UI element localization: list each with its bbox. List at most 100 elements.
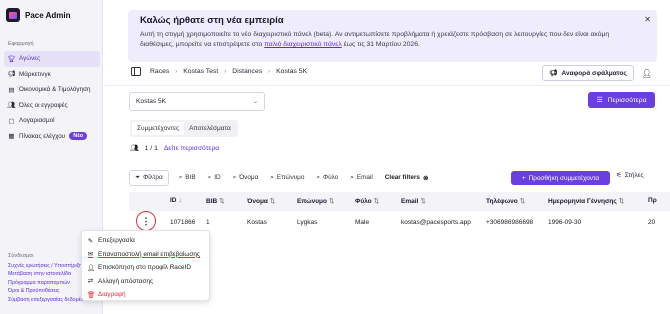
column-header-bib[interactable]: BIB ⇅ xyxy=(206,197,225,205)
column-label: Τηλέφωνο xyxy=(486,198,518,205)
row-actions-menu: ✎ Επεξεργασία ✉ Επαναποστολή email επιβε… xyxy=(81,230,210,301)
sidebar-item-dashboard[interactable]: ▦ Πίνακας ελέγχου Νέο xyxy=(4,129,100,145)
sidebar-item-accounts[interactable]: ▢ Λογαριασμοί xyxy=(4,113,100,129)
sidebar-item-label: Λογαριασμοί xyxy=(19,117,55,125)
participant-count: 👥︎ 1 / 1 Δείτε περισσότερα xyxy=(130,144,219,153)
table-cell: 1 xyxy=(206,219,210,226)
clear-filters-button[interactable]: Clear filters ⊗ xyxy=(385,174,429,182)
sort-icon: ⇅ xyxy=(373,198,380,205)
sort-icon: ⇅ xyxy=(420,198,426,205)
sidebar-item-registrations[interactable]: 👥︎ Όλες οι εγγραφές xyxy=(4,98,100,114)
filter-first-name[interactable]: ⌕ Όνομα xyxy=(233,174,259,182)
columns-button[interactable]: ⚟ Στήλες xyxy=(616,171,644,180)
table-cell: Lygkas xyxy=(297,219,318,226)
profile-icon: 👤︎ xyxy=(87,264,96,272)
old-panel-link[interactable]: παλιό διαχειριστικό πάνελ xyxy=(264,41,342,48)
pace-logo-icon xyxy=(6,8,20,22)
menu-item-delete[interactable]: 🗑︎ Διαγραφή xyxy=(87,288,204,302)
menu-item-label: Αλλαγή απόστασης xyxy=(98,277,154,285)
filter-gender[interactable]: ⌕ Φύλο xyxy=(316,174,338,182)
tab-participants[interactable]: Συμμετέχοντες xyxy=(132,122,185,135)
filters-label: Φίλτρα xyxy=(143,174,163,181)
filter-icon: ⏷ xyxy=(135,173,141,181)
column-header-last-name[interactable]: Επώνυμο ⇅ xyxy=(297,197,334,205)
column-label: Email xyxy=(401,198,419,205)
sidebar-nav: 🏆︎ Αγώνες 📢︎ Μάρκετινγκ ▤ Οικονομικά & Τ… xyxy=(4,51,100,144)
search-icon: ⌕ xyxy=(350,173,354,181)
menu-item-label: Επαναποστολή email επιβεβαίωσης xyxy=(98,250,200,258)
filter-email[interactable]: ⌕ Email xyxy=(350,174,373,182)
chevron-right-icon: › xyxy=(175,68,178,75)
column-header-birthdate[interactable]: Ημερομηνία Γέννησης ⇅ xyxy=(548,197,624,205)
column-label: Ημερομηνία Γέννησης xyxy=(548,198,617,205)
more-button[interactable]: ☰ Περισσότερα xyxy=(588,92,655,108)
column-label: Φύλο xyxy=(355,198,372,205)
menu-item-edit[interactable]: ✎ Επεξεργασία xyxy=(87,234,204,248)
filter-label: BIB xyxy=(185,174,196,181)
column-header-more[interactable]: Πρ xyxy=(648,197,657,204)
tab-results[interactable]: Αποτελέσματα xyxy=(184,122,236,135)
sidebar-item-marketing[interactable]: 📢︎ Μάρκετινγκ xyxy=(4,67,100,83)
table-cell: kostas@pacesports.app xyxy=(401,219,471,226)
sidebar-item-label: Αγώνες xyxy=(19,55,41,63)
see-more-link[interactable]: Δείτε περισσότερα xyxy=(164,145,219,152)
filter-id[interactable]: ⌕ ID xyxy=(208,174,221,182)
menu-item-change-distance[interactable]: ⇄ Αλλαγή απόστασης xyxy=(87,275,204,289)
search-icon: ⌕ xyxy=(178,173,183,181)
column-header-gender[interactable]: Φύλο ⇅ xyxy=(355,197,379,205)
edit-icon: ✎ xyxy=(87,237,94,245)
table-cell: Kostas xyxy=(247,219,267,226)
filter-label: Φύλο xyxy=(322,174,339,181)
filter-label: Email xyxy=(356,174,373,181)
trophy-icon: 🏆︎ xyxy=(7,55,16,63)
chevron-right-icon: › xyxy=(224,68,227,75)
users-icon: 👥︎ xyxy=(130,145,139,152)
menu-item-label: Επισκόπηση στο προφίλ RaceID xyxy=(98,264,192,272)
header-divider xyxy=(104,85,670,86)
table-cell: +306986986698 xyxy=(486,219,534,226)
breadcrumb-item[interactable]: Races xyxy=(150,68,169,75)
mail-icon: ✉ xyxy=(87,251,94,259)
menu-item-label: Επεξεργασία xyxy=(98,237,135,245)
kebab-menu-icon: ⋮ xyxy=(141,215,151,226)
column-header-first-name[interactable]: Όνομα ⇅ xyxy=(247,197,275,205)
add-participant-button[interactable]: + Προσθήκη συμμετέχοντα xyxy=(511,171,610,185)
sidebar-section-label: Εφαρμογή xyxy=(8,41,34,47)
search-icon: ⌕ xyxy=(207,173,212,181)
column-header-phone[interactable]: Τηλέφωνο ⇅ xyxy=(486,197,525,205)
sort-icon: ⇅ xyxy=(519,198,526,205)
breadcrumb-item[interactable]: Distances xyxy=(232,68,262,75)
report-bug-button[interactable]: 📢︎ Αναφορά σφάλματος xyxy=(542,65,634,81)
filter-bib[interactable]: ⌕ BIB xyxy=(179,174,196,182)
filter-last-name[interactable]: ⌕ Επώνυμο xyxy=(270,174,304,182)
sidebar-item-label: Πίνακας ελέγχου xyxy=(19,132,66,140)
sort-icon: ⇅ xyxy=(219,198,225,205)
menu-item-view-profile[interactable]: 👤︎ Επισκόπηση στο προφίλ RaceID xyxy=(87,261,204,275)
accounts-icon: ▢ xyxy=(8,117,15,125)
chevron-down-icon: ⌄ xyxy=(252,99,258,105)
race-select-value: Kostas 5K xyxy=(136,98,167,105)
breadcrumb-item[interactable]: Kostas Test xyxy=(183,68,218,75)
breadcrumb: Races › Kostas Test › Distances › Kostas… xyxy=(131,67,307,76)
sidebar-item-finance[interactable]: ▤ Οικονομικά & Τιμολόγηση xyxy=(4,82,100,98)
menu-item-resend-email[interactable]: ✉ Επαναποστολή email επιβεβαίωσης xyxy=(87,248,204,262)
plus-icon: + xyxy=(521,174,526,182)
close-icon[interactable]: ✕ xyxy=(644,15,651,24)
brand[interactable]: Pace Admin xyxy=(6,8,71,22)
row-actions-button[interactable]: ⋮ xyxy=(136,211,156,231)
column-label: Επώνυμο xyxy=(297,198,327,205)
search-icon: ⌕ xyxy=(270,173,274,181)
sliders-icon: ⚟ xyxy=(616,172,622,179)
sidebar-item-races[interactable]: 🏆︎ Αγώνες xyxy=(4,51,100,67)
chevron-right-icon: › xyxy=(268,68,271,75)
user-icon[interactable]: 👤︎ xyxy=(640,66,654,80)
menu-icon: ☰ xyxy=(596,97,603,104)
column-header-id[interactable]: ID ↓ xyxy=(170,197,182,204)
table-cell: Male xyxy=(355,219,370,226)
race-select[interactable]: Kostas 5K ⌄ xyxy=(129,92,265,111)
filters-button[interactable]: ⏷ Φίλτρα xyxy=(129,169,169,186)
column-header-email[interactable]: Email ⇅ xyxy=(401,197,426,205)
sidebar-toggle-icon[interactable] xyxy=(131,67,141,76)
filter-label: Όνομα xyxy=(239,174,259,181)
sort-icon: ⇅ xyxy=(328,198,335,205)
